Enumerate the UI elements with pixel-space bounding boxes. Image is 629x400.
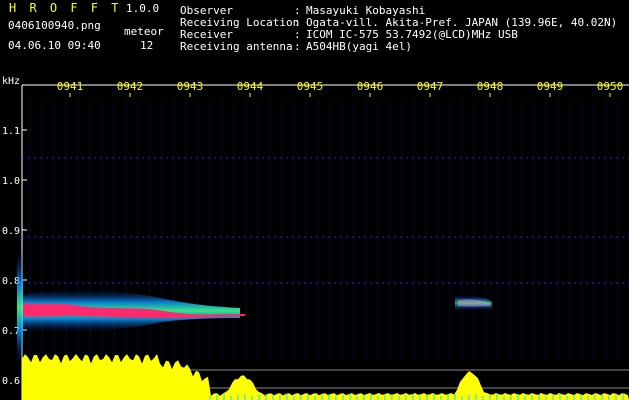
y-axis-unit: kHz xyxy=(2,76,20,87)
time-tick-label: 0950 xyxy=(597,80,624,93)
y-axis-ticks: 1.11.00.90.80.70.6 xyxy=(2,126,27,387)
time-tick-label: 0945 xyxy=(297,80,324,93)
time-tick-label: 0944 xyxy=(237,80,264,93)
time-tick-label: 0946 xyxy=(357,80,384,93)
time-tick-label: 0943 xyxy=(177,80,204,93)
y-tick-label: 1.1 xyxy=(2,126,20,137)
time-tick-label: 0941 xyxy=(57,80,84,93)
signal-level-fill xyxy=(22,354,629,400)
time-tick-label: 0948 xyxy=(477,80,504,93)
meteor-echo-band xyxy=(17,250,492,365)
echo-edge-band xyxy=(17,250,23,365)
y-tick-label: 0.9 xyxy=(2,226,20,237)
spectrogram-plot: kHz 1.11.00.90.80.70.6 0941 0942 0943 0944 0… xyxy=(2,76,629,400)
time-tick-label: 0942 xyxy=(117,80,144,93)
time-axis-ticks: 0941 0942 0943 0944 0945 0946 0947 0948 0949 0950 xyxy=(57,80,624,97)
y-tick-label: 0.6 xyxy=(2,376,20,387)
time-tick-label: 0947 xyxy=(417,80,444,93)
time-tick-label: 0949 xyxy=(537,80,564,93)
y-tick-label: 1.0 xyxy=(2,176,20,187)
signal-level-trace xyxy=(22,354,629,400)
